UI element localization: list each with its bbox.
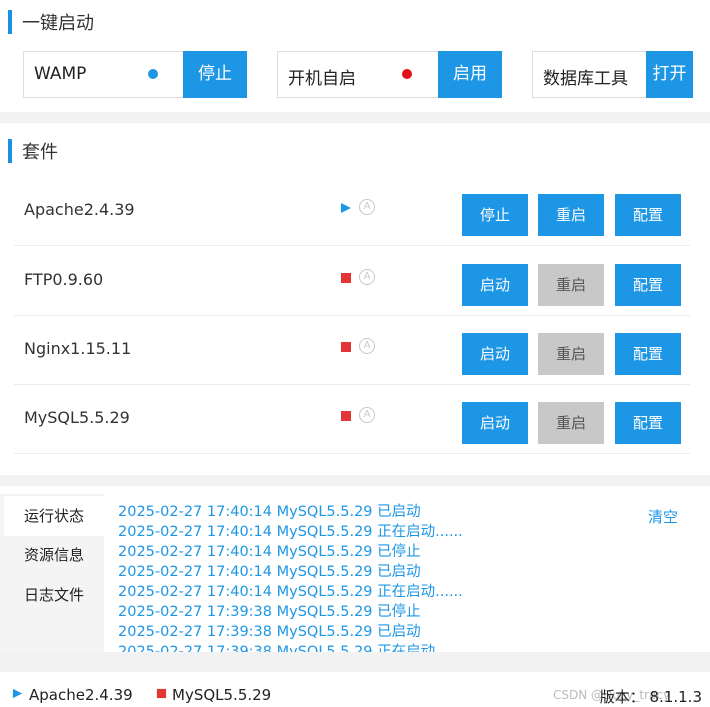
db-tool-label: 数据库工具 [543,69,628,89]
wamp-stop-button[interactable]: 停止 [183,51,247,98]
log-content[interactable]: 2025-02-27 17:40:14 MySQL5.5.29 已启动 2025… [104,494,710,652]
section-accent-bar [8,10,12,34]
tab-log-files[interactable]: 日志文件 [4,575,104,615]
log-line: 2025-02-27 17:39:38 MySQL5.5.29 已停止 [118,604,421,620]
suite-name: Apache2.4.39 [24,200,135,219]
autostart-status-dot [402,69,412,79]
suite-row-apache: Apache2.4.39 A 停止 重启 配置 [14,176,690,246]
log-line: 2025-02-27 17:40:14 MySQL5.5.29 正在启动....… [118,584,463,600]
config-button[interactable]: 配置 [615,333,681,375]
section-divider [0,652,710,672]
mysql-stopped-icon [156,688,167,699]
auto-start-icon[interactable]: A [359,269,375,285]
suite-row-nginx: Nginx1.15.11 A 启动 重启 配置 [14,315,690,385]
restart-button[interactable]: 重启 [538,402,604,444]
config-button[interactable]: 配置 [615,402,681,444]
log-line: 2025-02-27 17:40:14 MySQL5.5.29 已启动 [118,564,421,580]
suite-row-ftp: FTP0.9.60 A 启动 重启 配置 [14,246,690,316]
restart-button[interactable]: 重启 [538,194,604,236]
stopped-square-icon [341,273,351,283]
suite-name: MySQL5.5.29 [24,408,130,427]
log-line: 2025-02-27 17:40:14 MySQL5.5.29 正在启动....… [118,524,463,540]
section-divider [0,112,710,123]
footer-mysql-status: MySQL5.5.29 [172,686,272,704]
auto-start-icon[interactable]: A [359,199,375,215]
tab-resource-info[interactable]: 资源信息 [4,535,104,575]
stop-button[interactable]: 停止 [462,194,528,236]
log-line: 2025-02-27 17:40:14 MySQL5.5.29 已启动 [118,504,421,520]
suite-name: Nginx1.15.11 [24,339,132,358]
auto-start-icon[interactable]: A [359,338,375,354]
wamp-status-dot [148,69,158,79]
status-footer: Apache2.4.39 MySQL5.5.29 CSDN @Duzy_trac… [0,672,710,706]
section-accent-bar [8,139,12,163]
wamp-label: WAMP [34,64,87,84]
log-line: 2025-02-27 17:40:14 MySQL5.5.29 已停止 [118,544,421,560]
clear-log-button[interactable]: 清空 [648,506,678,527]
log-tab-bar: 运行状态 资源信息 日志文件 [4,494,104,652]
start-button[interactable]: 启动 [462,264,528,306]
restart-button[interactable]: 重启 [538,333,604,375]
db-tool-open-button[interactable]: 打开 [646,51,693,98]
section-title: 套件 [22,142,58,163]
autostart-label: 开机自启 [288,69,356,89]
suite-name: FTP0.9.60 [24,270,104,289]
start-button[interactable]: 启动 [462,333,528,375]
config-button[interactable]: 配置 [615,194,681,236]
apache-running-icon [12,688,23,699]
footer-apache-status: Apache2.4.39 [29,686,133,704]
quick-item-autostart: 开机自启 启用 [277,51,502,98]
tab-run-status[interactable]: 运行状态 [4,496,104,536]
section-divider [0,475,710,486]
log-panel: 运行状态 资源信息 日志文件 2025-02-27 17:40:14 MySQL… [0,494,710,652]
auto-start-icon[interactable]: A [359,407,375,423]
quick-item-db-tool: 数据库工具 打开 [532,51,693,98]
log-line: 2025-02-27 17:39:38 MySQL5.5.29 正在启动....… [118,644,463,652]
start-button[interactable]: 启动 [462,402,528,444]
stopped-square-icon [341,342,351,352]
suite-row-mysql: MySQL5.5.29 A 启动 重启 配置 [14,384,690,454]
stopped-square-icon [341,411,351,421]
running-play-icon [341,203,351,213]
restart-button[interactable]: 重启 [538,264,604,306]
log-line: 2025-02-27 17:39:38 MySQL5.5.29 已启动 [118,624,421,640]
autostart-enable-button[interactable]: 启用 [438,51,502,98]
config-button[interactable]: 配置 [615,264,681,306]
quick-item-wamp: WAMP 停止 [23,51,247,98]
section-title: 一键启动 [22,13,94,34]
